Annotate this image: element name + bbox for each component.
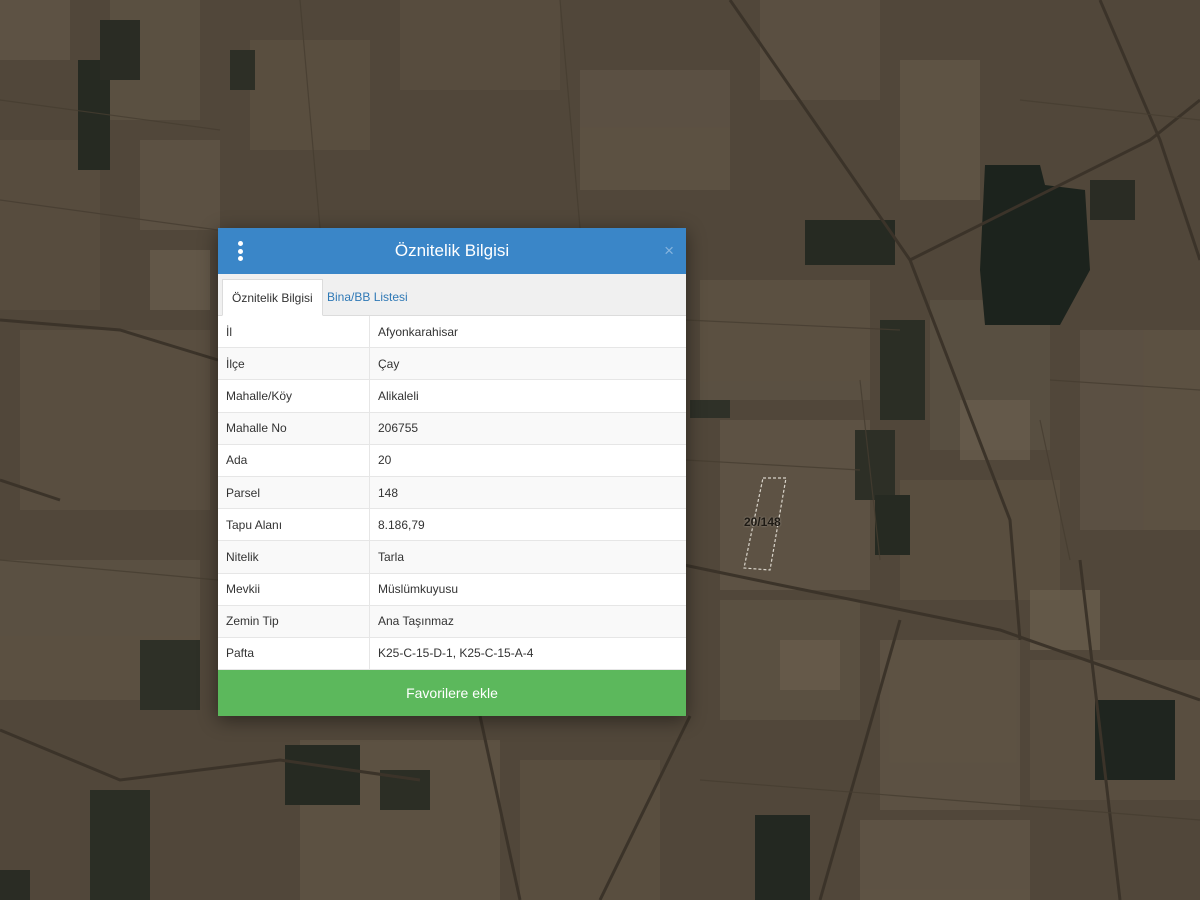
attribute-key: Tapu Alanı: [218, 509, 370, 541]
attribute-value: 8.186,79: [378, 517, 425, 532]
attribute-value: Ana Taşınmaz: [378, 614, 454, 629]
attribute-key: Parsel: [218, 476, 370, 509]
attribute-key: Nitelik: [218, 541, 370, 573]
attribute-value: 148: [378, 485, 399, 500]
table-row: Zemin Tip Ana Taşınmaz: [218, 605, 686, 638]
dialog-header: Öznitelik Bilgisi ×: [218, 228, 686, 274]
attribute-key: Mevkii: [218, 573, 370, 605]
table-row: İlçe Çay: [218, 348, 686, 381]
table-row: Parsel 148: [218, 476, 686, 510]
table-row: Nitelik Tarla: [218, 541, 686, 574]
tab-building-list[interactable]: Bina/BB Listesi: [318, 279, 417, 315]
attribute-key: Mahalle/Köy: [218, 380, 370, 412]
attribute-value: Müslümkuyusu: [378, 582, 459, 597]
attribute-value: Afyonkarahisar: [378, 324, 459, 339]
attribute-key: İlçe: [218, 348, 370, 380]
attribute-value: K25-C-15-D-1, K25-C-15-A-4: [378, 646, 534, 661]
parcel-label: 20/148: [744, 515, 781, 529]
table-row: Mahalle No 206755: [218, 412, 686, 445]
table-row: Ada 20: [218, 444, 686, 477]
attribute-value: 20: [378, 453, 392, 468]
attribute-table: İl Afyonkarahisar İlçe Çay Mahalle/Köy A…: [218, 316, 686, 671]
attribute-value: Çay: [378, 356, 400, 371]
attribute-value: Alikaleli: [378, 388, 419, 403]
close-icon[interactable]: ×: [664, 228, 674, 274]
attribute-key: Ada: [218, 444, 370, 476]
table-row: Tapu Alanı 8.186,79: [218, 509, 686, 542]
attribute-key: İl: [218, 316, 370, 348]
dialog-tabs: Öznitelik Bilgisi Bina/BB Listesi: [218, 274, 686, 316]
attribute-info-dialog: Öznitelik Bilgisi × Öznitelik Bilgisi Bi…: [218, 228, 686, 716]
table-row: Mevkii Müslümkuyusu: [218, 573, 686, 606]
add-to-favorites-button[interactable]: Favorilere ekle: [218, 670, 686, 716]
table-row: İl Afyonkarahisar: [218, 316, 686, 349]
attribute-value: Tarla: [378, 549, 405, 564]
tab-attribute-info[interactable]: Öznitelik Bilgisi: [222, 279, 323, 316]
attribute-value: 206755: [378, 421, 419, 436]
table-row: Pafta K25-C-15-D-1, K25-C-15-A-4: [218, 637, 686, 671]
attribute-key: Zemin Tip: [218, 605, 370, 637]
attribute-key: Pafta: [218, 637, 370, 670]
table-row: Mahalle/Köy Alikaleli: [218, 380, 686, 413]
attribute-key: Mahalle No: [218, 412, 370, 444]
dialog-title: Öznitelik Bilgisi: [394, 241, 510, 260]
